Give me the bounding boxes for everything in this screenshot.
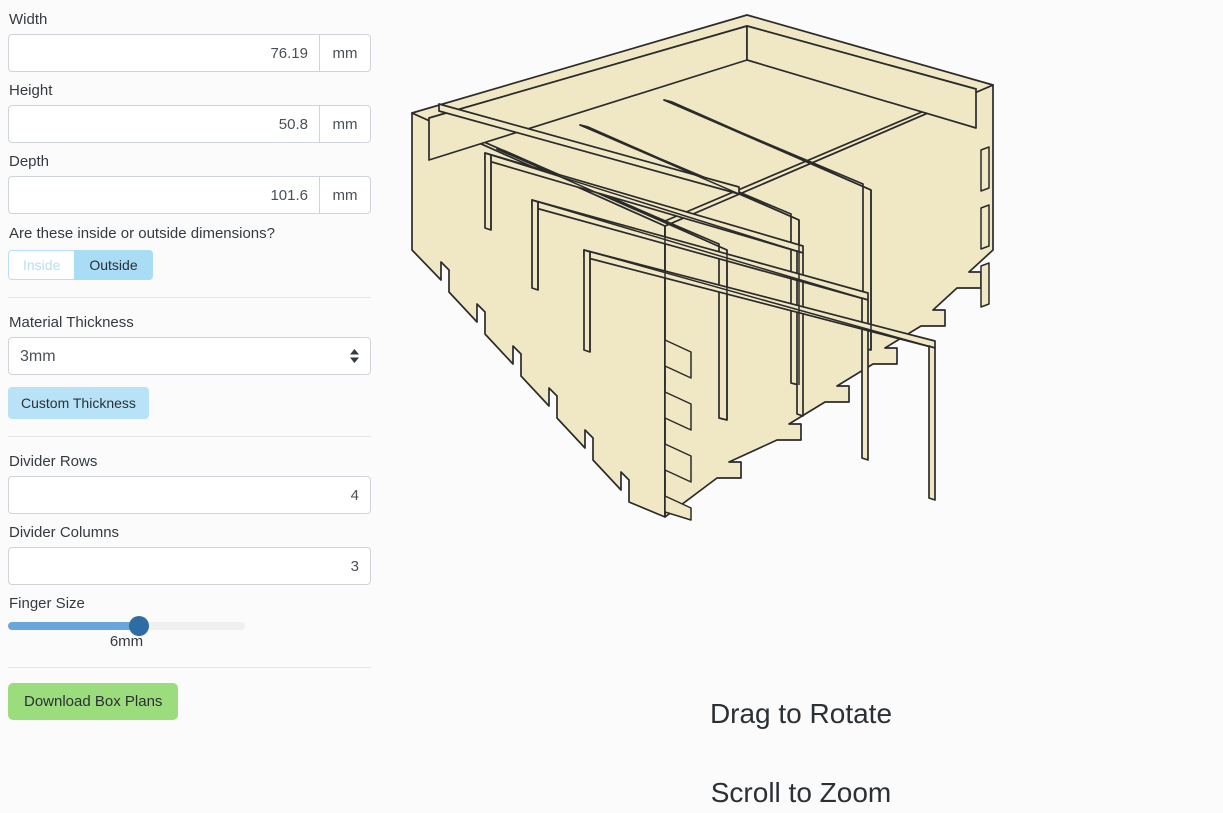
dimension-question-label: Are these inside or outside dimensions? <box>9 224 371 244</box>
divider-columns-label: Divider Columns <box>9 523 371 543</box>
depth-label: Depth <box>9 152 371 172</box>
finger-size-slider-row: 6mm <box>8 622 371 650</box>
width-input-group: mm <box>8 34 371 72</box>
custom-thickness-button[interactable]: Custom Thickness <box>8 387 149 419</box>
material-thickness-select-wrap: 3mm <box>8 337 371 375</box>
finger-size-slider[interactable] <box>8 622 245 630</box>
finger-slot-r1 <box>981 147 989 191</box>
box-3d-render[interactable] <box>379 0 1223 813</box>
divider-row-2-drop-left <box>532 200 538 290</box>
box-generator-app: Width mm Height mm Depth mm Are these in… <box>0 0 1223 813</box>
height-unit-label: mm <box>319 105 371 143</box>
box-parameters-form: Width mm Height mm Depth mm Are these in… <box>0 0 379 813</box>
material-thickness-select[interactable]: 3mm <box>8 337 371 375</box>
section-divider-2 <box>8 436 371 437</box>
material-thickness-label: Material Thickness <box>9 313 371 333</box>
height-input-group: mm <box>8 105 371 143</box>
depth-input-group: mm <box>8 176 371 214</box>
drag-to-rotate-hint: Drag to Rotate <box>379 698 1223 730</box>
divider-row-3-drop-left <box>584 250 590 352</box>
box-3d-viewer[interactable]: Drag to Rotate Scroll to Zoom <box>379 0 1223 813</box>
section-divider-1 <box>8 297 371 298</box>
divider-rows-label: Divider Rows <box>9 452 371 472</box>
toggle-outside-button[interactable]: Outside <box>74 250 152 280</box>
width-unit-label: mm <box>319 34 371 72</box>
height-input[interactable] <box>8 105 319 143</box>
divider-columns-input[interactable] <box>8 547 371 585</box>
finger-size-label: Finger Size <box>9 594 371 614</box>
divider-rows-input[interactable] <box>8 476 371 514</box>
scroll-to-zoom-hint: Scroll to Zoom <box>379 777 1223 809</box>
depth-input[interactable] <box>8 176 319 214</box>
divider-row-3-drop-right <box>929 346 935 500</box>
width-label: Width <box>9 10 371 30</box>
toggle-inside-button[interactable]: Inside <box>8 250 74 280</box>
inside-outside-toggle-group: Inside Outside <box>8 250 371 280</box>
download-box-plans-button[interactable]: Download Box Plans <box>8 683 178 720</box>
section-divider-3 <box>8 667 371 668</box>
finger-slot-r3 <box>981 263 989 307</box>
divider-row-1-drop-left <box>485 153 491 230</box>
finger-size-value-label: 6mm <box>8 633 245 650</box>
finger-slot-r2 <box>981 205 989 249</box>
right-edge-finger-slots <box>981 147 989 307</box>
depth-unit-label: mm <box>319 176 371 214</box>
width-input[interactable] <box>8 34 319 72</box>
height-label: Height <box>9 81 371 101</box>
